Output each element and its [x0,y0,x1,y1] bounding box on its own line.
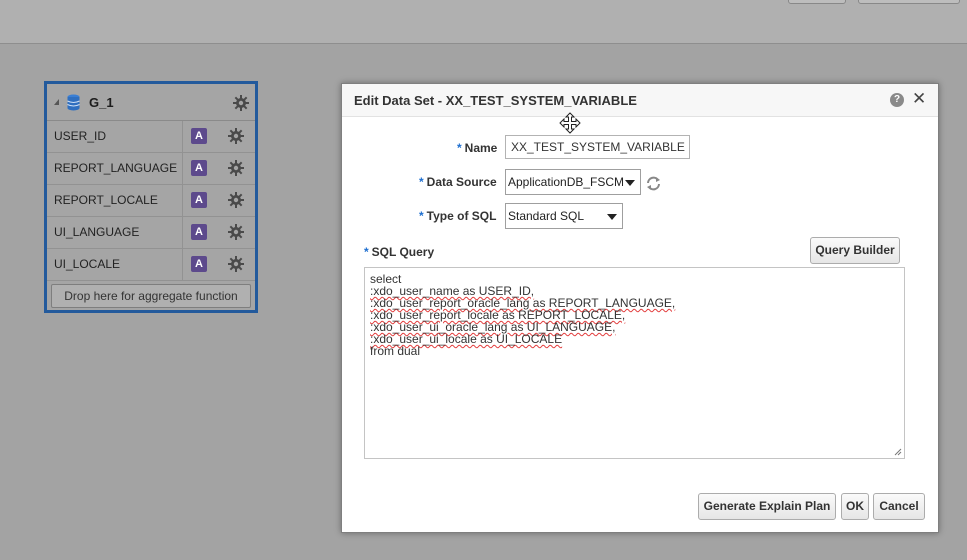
column-name: REPORT_LOCALE [54,193,158,207]
close-icon[interactable]: ✕ [912,90,926,108]
data-source-label: * Data Source [419,175,497,189]
gear-icon[interactable] [228,192,244,208]
gear-icon[interactable] [228,256,244,272]
edit-data-set-dialog: Edit Data Set - XX_TEST_SYSTEM_VARIABLE … [341,83,939,533]
column-name: USER_ID [54,129,107,143]
ok-button[interactable]: OK [841,493,869,520]
query-builder-button[interactable]: Query Builder [810,237,900,264]
sql-query-textarea[interactable]: select :xdo_user_name as USER_ID, :xdo_u… [364,267,905,459]
move-cursor-icon [559,112,581,134]
group-column-row[interactable]: UI_LOCALE A [47,249,255,281]
help-icon[interactable]: ? [890,93,904,107]
aggregate-drop-zone[interactable]: Drop here for aggregate function [51,284,251,308]
generate-explain-plan-button[interactable]: Generate Explain Plan [698,493,836,520]
column-name: UI_LANGUAGE [54,225,140,239]
chevron-down-icon [607,214,617,220]
toolbar-button[interactable] [788,0,846,4]
data-source-select[interactable]: ApplicationDB_FSCM [505,169,641,195]
attribute-type-icon: A [191,224,207,240]
sql-type-label: * Type of SQL [419,209,497,223]
column-name: UI_LOCALE [54,257,121,271]
collapse-triangle-icon[interactable] [54,99,59,105]
cancel-button[interactable]: Cancel [873,493,925,520]
toolbar-button[interactable] [858,0,960,4]
top-toolbar [0,0,967,44]
database-icon [67,94,80,111]
sql-type-value: Standard SQL [508,209,585,223]
attribute-type-icon: A [191,160,207,176]
gear-icon[interactable] [233,95,249,111]
group-column-row[interactable]: REPORT_LANGUAGE A [47,153,255,185]
column-name: REPORT_LANGUAGE [54,161,178,175]
data-source-value: ApplicationDB_FSCM [508,175,625,189]
refresh-icon[interactable] [645,175,662,192]
group-column-row[interactable]: USER_ID A [47,121,255,153]
group-title: G_1 [89,95,114,110]
group-column-row[interactable]: REPORT_LOCALE A [47,185,255,217]
resize-grip-icon[interactable] [894,448,902,456]
name-label: * Name [457,141,498,155]
attribute-type-icon: A [191,192,207,208]
gear-icon[interactable] [228,128,244,144]
sql-type-select[interactable]: Standard SQL [505,203,623,229]
name-field[interactable]: XX_TEST_SYSTEM_VARIABLE [505,135,690,159]
sql-query-label: * SQL Query [364,245,435,259]
attribute-type-icon: A [191,128,207,144]
group-header: G_1 [47,84,255,121]
chevron-down-icon [625,180,635,186]
attribute-type-icon: A [191,256,207,272]
sql-line: from dual [370,344,421,358]
sql-line: :xdo_user_ui_locale as UI_LOCALE [370,332,563,346]
gear-icon[interactable] [228,224,244,240]
dialog-title: Edit Data Set - XX_TEST_SYSTEM_VARIABLE [354,93,637,108]
data-group-panel[interactable]: G_1 USER_ID A REPORT_LANGUAGE A REPORT_L… [44,81,258,313]
group-column-row[interactable]: UI_LANGUAGE A [47,217,255,249]
gear-icon[interactable] [228,160,244,176]
